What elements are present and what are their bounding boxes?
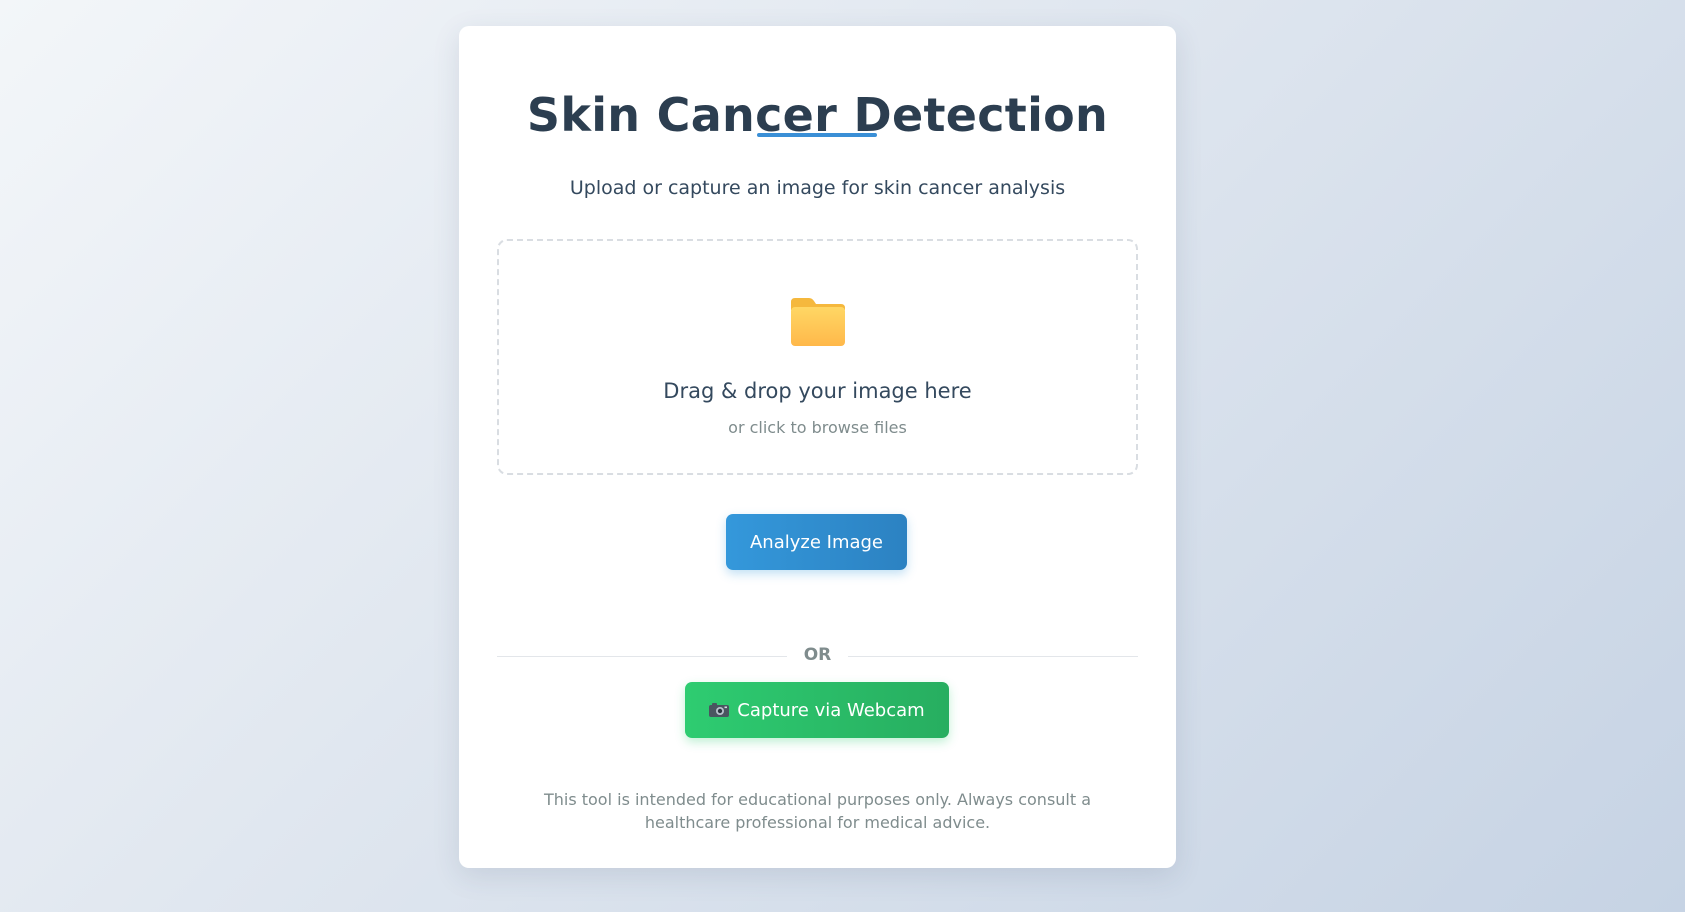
title-underline [757, 133, 877, 137]
image-dropzone[interactable]: Drag & drop your image here or click to … [497, 239, 1138, 475]
capture-webcam-button[interactable]: Capture via Webcam [685, 682, 949, 738]
analyze-image-button[interactable]: Analyze Image [726, 514, 907, 570]
disclaimer-text: This tool is intended for educational pu… [543, 790, 1092, 832]
or-divider: OR [497, 644, 1138, 668]
webcam-button-label: Capture via Webcam [737, 699, 925, 721]
folder-icon [791, 298, 845, 346]
page-subtitle: Upload or capture an image for skin canc… [569, 177, 1066, 199]
divider-label: OR [803, 645, 832, 665]
main-card: Skin Cancer Detection Upload or capture … [459, 26, 1176, 868]
dropzone-title: Drag & drop your image here [663, 379, 972, 403]
dropzone-subtitle: or click to browse files [728, 418, 907, 437]
camera-icon [709, 703, 730, 717]
divider-line-right [848, 656, 1138, 657]
